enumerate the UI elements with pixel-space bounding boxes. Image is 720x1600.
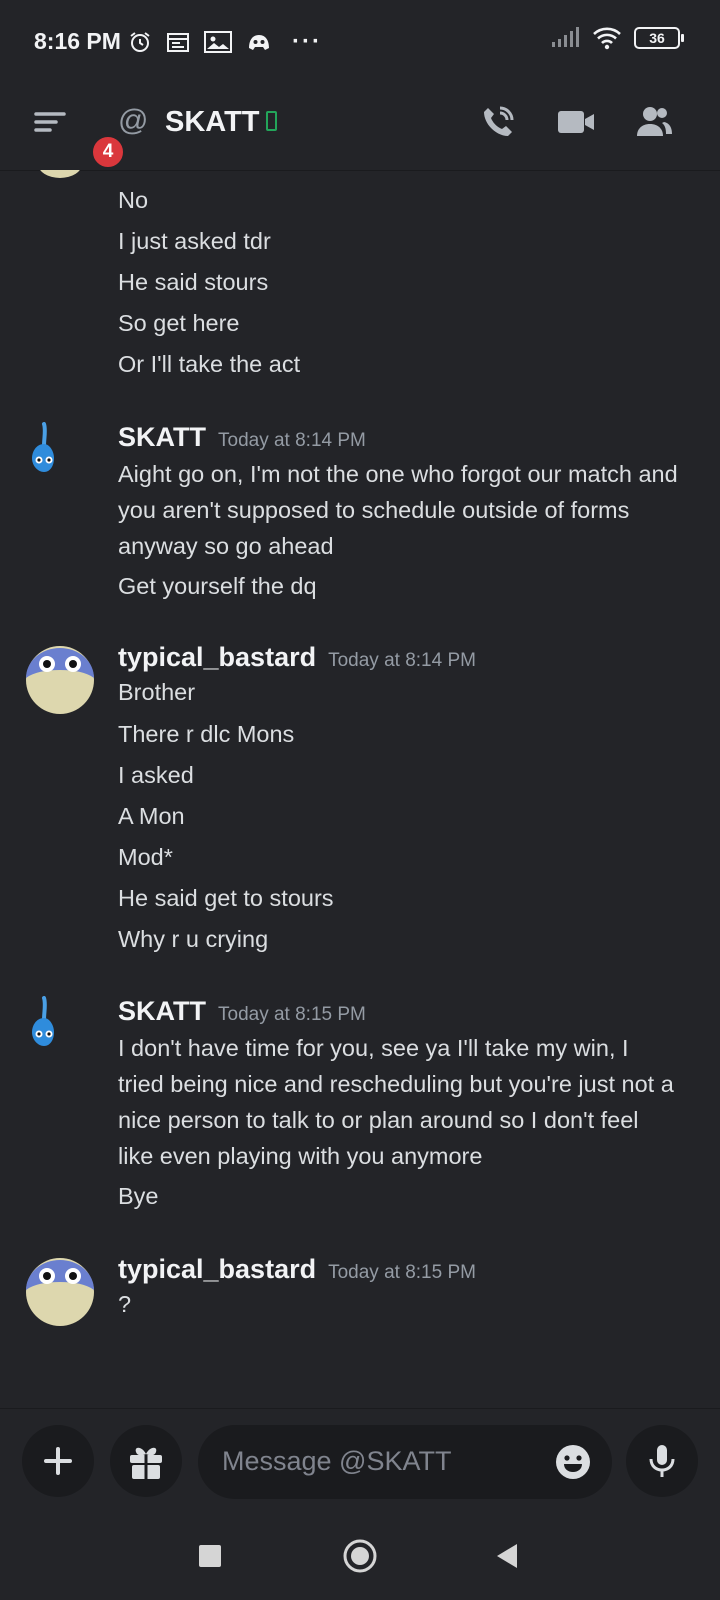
message-text: tried being nice and rescheduling but yo…	[118, 1071, 674, 1097]
avatar[interactable]	[24, 1254, 96, 1326]
hamburger-menu-icon	[34, 112, 66, 132]
message-text: Get yourself the dq	[118, 573, 317, 599]
microphone-icon	[649, 1445, 675, 1477]
back-triangle-icon[interactable]	[494, 1542, 520, 1570]
message-input[interactable]: Message @SKATT	[198, 1425, 612, 1499]
status-notification-icons: ···	[128, 28, 322, 56]
video-camera-icon	[558, 111, 594, 133]
username[interactable]: typical_bastard	[118, 642, 316, 672]
message-header: SKATT Today at 8:15 PM	[118, 996, 366, 1027]
system-nav-bar	[0, 1512, 720, 1600]
message-text: nice person to talk to or plan around so…	[118, 1107, 639, 1133]
message-text: Mod*	[118, 844, 173, 870]
phone-call-icon	[484, 106, 514, 136]
home-circle-icon[interactable]	[342, 1538, 378, 1574]
add-attachment-button[interactable]	[22, 1425, 94, 1497]
message-list[interactable]: No I just asked tdr He said stours So ge…	[0, 170, 720, 1408]
emoji-icon[interactable]	[554, 1443, 592, 1481]
timestamp: Today at 8:15 PM	[218, 1004, 366, 1025]
message-text: There r dlc Mons	[118, 721, 295, 747]
status-time: 8:16 PM	[34, 28, 121, 54]
message-text: anyway so go ahead	[118, 533, 334, 559]
message-header: typical_bastard Today at 8:14 PM	[118, 642, 476, 673]
status-bar: 8:16 PM ··· 36	[0, 0, 720, 86]
channel-header: 4 @ SKATT	[0, 86, 720, 171]
avatar	[40, 170, 80, 178]
message-text: I asked	[118, 762, 194, 788]
avatar[interactable]	[24, 996, 96, 1068]
message-text: Why r u crying	[118, 926, 269, 952]
message-text: like even playing with you anymore	[118, 1143, 483, 1169]
message-text: Aight go on, I'm not the one who forgot …	[118, 461, 678, 487]
message-header: SKATT Today at 8:14 PM	[118, 422, 366, 453]
avatar[interactable]	[24, 642, 96, 714]
gift-icon	[130, 1447, 162, 1479]
message-text: I don't have time for you, see ya I'll t…	[118, 1035, 629, 1061]
recents-square-icon[interactable]	[198, 1544, 222, 1568]
username[interactable]: SKATT	[118, 422, 206, 452]
message-text: Brother	[118, 679, 196, 705]
message-placeholder: Message @SKATT	[222, 1446, 452, 1476]
voice-call-button[interactable]	[478, 102, 522, 146]
message-text: So get here	[118, 310, 240, 336]
battery-indicator: 36	[634, 27, 684, 49]
alarm-icon	[130, 32, 150, 52]
timestamp: Today at 8:15 PM	[328, 1262, 476, 1283]
username[interactable]: typical_bastard	[118, 1254, 316, 1284]
notification-badge: 4	[90, 134, 126, 170]
channel-name[interactable]: SKATT	[165, 106, 260, 139]
member-list-button[interactable]	[634, 102, 678, 146]
discord-icon	[249, 35, 269, 50]
message-text: I just asked tdr	[118, 228, 271, 254]
status-system-icons: 36	[550, 26, 684, 50]
message-text: Bye	[118, 1183, 159, 1209]
message-text: ?	[118, 1291, 132, 1317]
message-composer: Message @SKATT	[0, 1408, 720, 1513]
calendar-icon	[167, 33, 189, 52]
menu-button[interactable]: 4	[30, 104, 126, 170]
wifi-icon	[593, 27, 621, 50]
video-call-button[interactable]	[556, 102, 600, 146]
members-icon	[637, 107, 672, 136]
message-header: typical_bastard Today at 8:15 PM	[118, 1254, 476, 1285]
message-text: you aren't supposed to schedule outside …	[118, 497, 630, 523]
message-text: He said get to stours	[118, 885, 334, 911]
timestamp: Today at 8:14 PM	[328, 650, 476, 671]
message-text: No	[118, 187, 149, 213]
message-text: He said stours	[118, 269, 269, 295]
more-dots-icon: ···	[292, 28, 322, 55]
message-text: Or I'll take the act	[118, 351, 301, 377]
avatar[interactable]	[24, 422, 96, 494]
plus-icon	[44, 1447, 72, 1475]
mobile-status-icon	[266, 111, 277, 131]
at-icon: @	[118, 104, 149, 137]
signal-icon	[552, 27, 579, 47]
timestamp: Today at 8:14 PM	[218, 430, 366, 451]
voice-message-button[interactable]	[626, 1425, 698, 1497]
message-text: A Mon	[118, 803, 185, 829]
gift-button[interactable]	[110, 1425, 182, 1497]
username[interactable]: SKATT	[118, 996, 206, 1026]
gallery-icon	[204, 31, 232, 53]
